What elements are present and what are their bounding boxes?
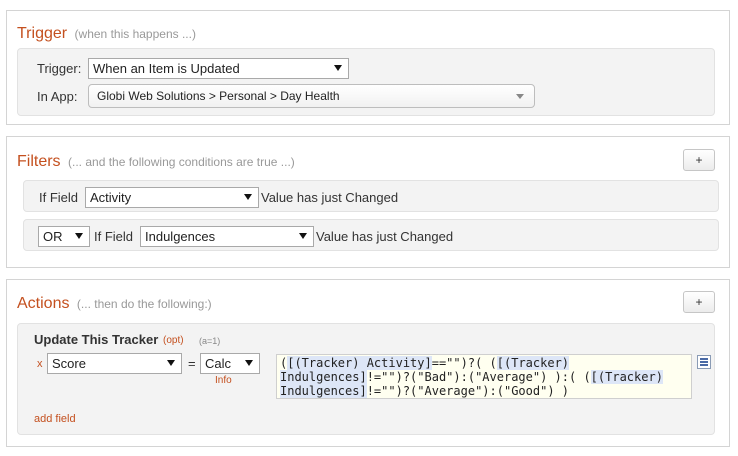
field-list-icon[interactable]	[697, 355, 711, 369]
chevron-down-icon	[299, 233, 307, 239]
action-field-value: Score	[52, 356, 86, 371]
action-title: Update This Tracker	[34, 332, 159, 347]
info-link[interactable]: Info	[215, 375, 232, 386]
filter-field-select[interactable]: Activity	[85, 187, 259, 208]
formula-line: Indulgences]!="")?("Bad"):("Average") ):…	[280, 370, 663, 384]
filter-condition: OR If Field Indulgences Value has just C…	[23, 219, 719, 251]
filter-condition: If Field Activity Value has just Changed	[23, 180, 719, 212]
add-action-button[interactable]: +	[683, 291, 715, 313]
filters-panel: Filters (... and the following condition…	[6, 136, 730, 268]
action-meta: (a=1)	[199, 336, 221, 346]
add-filter-button[interactable]: +	[683, 149, 715, 171]
trigger-event-select[interactable]: When an Item is Updated	[88, 58, 349, 79]
filters-heading: Filters (... and the following condition…	[17, 153, 295, 171]
if-field-label: If Field	[94, 229, 134, 244]
formula-line: Indulgences]!="")?("Average"):("Good") )	[280, 384, 569, 398]
filter-field-value: Indulgences	[145, 229, 216, 244]
formula-line: ([(Tracker) Activity]=="")?( ([(Tracker)	[280, 356, 570, 370]
chevron-down-icon	[516, 94, 524, 99]
remove-field-button[interactable]: x	[37, 358, 43, 370]
trigger-event-value: When an Item is Updated	[93, 61, 240, 76]
trigger-subtitle: (when this happens ...)	[74, 27, 196, 41]
chevron-down-icon	[75, 233, 83, 239]
chevron-down-icon	[245, 360, 253, 366]
calc-value: Calc	[205, 356, 232, 371]
app-select[interactable]: Globi Web Solutions > Personal > Day Hea…	[88, 84, 535, 108]
chevron-down-icon	[334, 65, 342, 71]
filter-field-value: Activity	[90, 190, 132, 205]
filters-title: Filters	[17, 153, 61, 170]
trigger-panel: Trigger (when this happens ...) Trigger:…	[6, 10, 730, 125]
if-field-label: If Field	[39, 190, 79, 205]
actions-subtitle: (... then do the following:)	[76, 297, 212, 311]
chevron-down-icon	[167, 360, 175, 366]
chevron-down-icon	[244, 194, 252, 200]
actions-heading: Actions (... then do the following:)	[17, 295, 212, 313]
filter-condition-text: Value has just Changed	[316, 229, 454, 244]
trigger-heading: Trigger (when this happens ...)	[17, 25, 196, 43]
filters-subtitle: (... and the following conditions are tr…	[68, 155, 295, 169]
app-label: In App:	[37, 89, 78, 104]
formula-textarea[interactable]: ([(Tracker) Activity]=="")?( ([(Tracker)…	[276, 354, 692, 399]
actions-title: Actions	[17, 295, 70, 312]
filter-connector-select[interactable]: OR	[38, 226, 90, 247]
equals-sign: =	[188, 356, 196, 371]
calc-select[interactable]: Calc	[200, 353, 260, 374]
trigger-box: Trigger: When an Item is Updated In App:…	[17, 48, 715, 116]
trigger-title: Trigger	[17, 25, 68, 42]
filter-field-select[interactable]: Indulgences	[140, 226, 314, 247]
actions-panel: Actions (... then do the following:) + U…	[6, 279, 730, 447]
action-box: Update This Tracker (opt) (a=1) x Score …	[17, 323, 715, 435]
filter-connector-value: OR	[43, 229, 63, 244]
trigger-label: Trigger:	[37, 61, 82, 76]
action-field-select[interactable]: Score	[47, 353, 182, 374]
app-value: Globi Web Solutions > Personal > Day Hea…	[97, 89, 340, 103]
add-field-link[interactable]: add field	[34, 413, 76, 425]
action-opt-link[interactable]: (opt)	[163, 335, 184, 346]
filter-condition-text: Value has just Changed	[261, 190, 399, 205]
